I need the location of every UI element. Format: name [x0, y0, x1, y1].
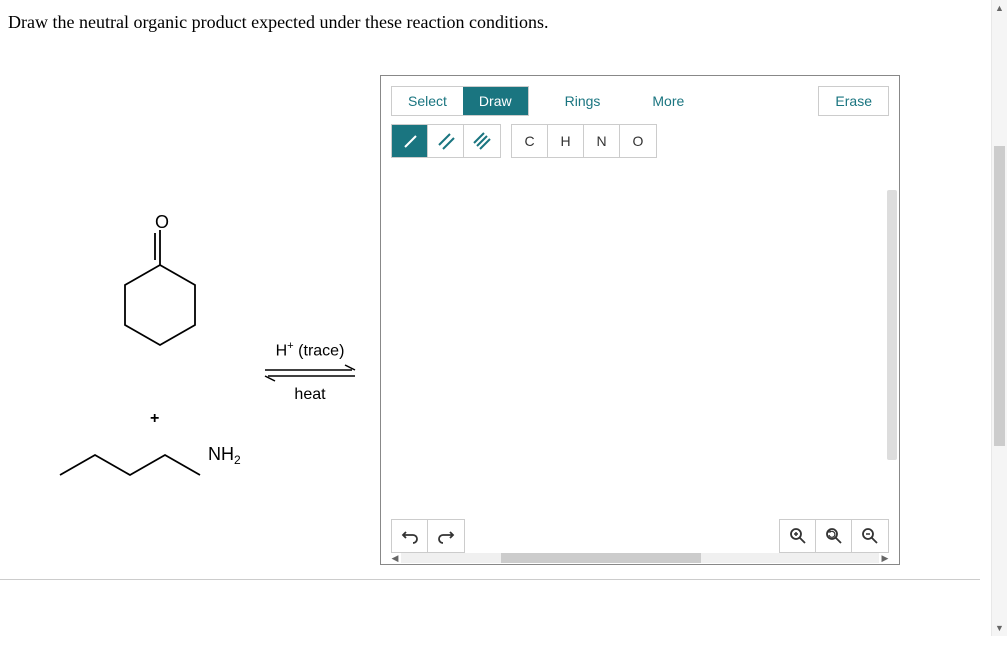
- editor-vertical-scrollbar[interactable]: [887, 80, 897, 560]
- single-bond-button[interactable]: [392, 125, 428, 157]
- page-vertical-scrollbar[interactable]: ▲ ▼: [991, 0, 1007, 636]
- single-bond-icon: [401, 132, 419, 150]
- tab-more[interactable]: More: [636, 87, 700, 115]
- atom-o-button[interactable]: O: [620, 125, 656, 157]
- undo-redo-group: [391, 519, 465, 553]
- double-bond-icon: [437, 132, 455, 150]
- zoom-group: [779, 519, 889, 553]
- editor-tabs-row: Select Draw Rings More Erase: [381, 76, 899, 120]
- redo-icon: [437, 527, 455, 545]
- outer-vscroll-track[interactable]: [994, 16, 1005, 620]
- atom-h-button[interactable]: H: [548, 125, 584, 157]
- atom-group: C H N O: [511, 124, 657, 158]
- tab-select[interactable]: Select: [392, 87, 463, 115]
- tab-group-mode: Select Draw: [391, 86, 529, 116]
- drawing-canvas[interactable]: [381, 166, 899, 514]
- scroll-left-icon[interactable]: ◀: [389, 553, 401, 564]
- zoom-in-icon: [789, 527, 807, 545]
- tab-rings[interactable]: Rings: [549, 87, 617, 115]
- outer-vscroll-thumb[interactable]: [994, 146, 1005, 446]
- tab-draw[interactable]: Draw: [463, 87, 528, 115]
- cyclohexanone-structure: O: [50, 215, 220, 385]
- scroll-up-icon[interactable]: ▲: [992, 0, 1007, 16]
- redo-button[interactable]: [428, 520, 464, 552]
- oxygen-label: O: [155, 215, 169, 232]
- conditions-top: H+ (trace): [260, 340, 360, 360]
- plus-sign: +: [150, 410, 159, 428]
- atom-c-button[interactable]: C: [512, 125, 548, 157]
- amine-label: NH2: [208, 444, 241, 467]
- editor-tools-row: C H N O: [381, 120, 899, 168]
- undo-button[interactable]: [392, 520, 428, 552]
- conditions-bottom: heat: [260, 386, 360, 404]
- triple-bond-button[interactable]: [464, 125, 500, 157]
- double-bond-button[interactable]: [428, 125, 464, 157]
- structure-editor: Select Draw Rings More Erase: [380, 75, 900, 565]
- scroll-down-icon[interactable]: ▼: [992, 620, 1007, 636]
- scroll-track[interactable]: [401, 553, 879, 563]
- atom-n-button[interactable]: N: [584, 125, 620, 157]
- scroll-thumb[interactable]: [501, 553, 701, 563]
- main-row: O + NH2 H+ (trace): [0, 75, 980, 565]
- butylamine-structure: NH2: [50, 435, 270, 495]
- question-text: Draw the neutral organic product expecte…: [0, 0, 980, 45]
- zoom-in-button[interactable]: [780, 520, 816, 552]
- zoom-out-icon: [861, 527, 879, 545]
- zoom-reset-icon: [825, 527, 843, 545]
- reaction-diagram: O + NH2 H+ (trace): [0, 75, 380, 535]
- erase-button[interactable]: Erase: [818, 86, 889, 116]
- content-area: Draw the neutral organic product expecte…: [0, 0, 980, 580]
- zoom-reset-button[interactable]: [816, 520, 852, 552]
- triple-bond-icon: [473, 132, 491, 150]
- undo-icon: [401, 527, 419, 545]
- editor-horizontal-scrollbar[interactable]: ◀ ▶: [389, 552, 891, 564]
- inner-vscroll-thumb[interactable]: [887, 190, 897, 460]
- bond-group: [391, 124, 501, 158]
- zoom-out-button[interactable]: [852, 520, 888, 552]
- reaction-arrow-area: H+ (trace) heat: [260, 340, 360, 404]
- equilibrium-arrow-icon: [260, 364, 360, 382]
